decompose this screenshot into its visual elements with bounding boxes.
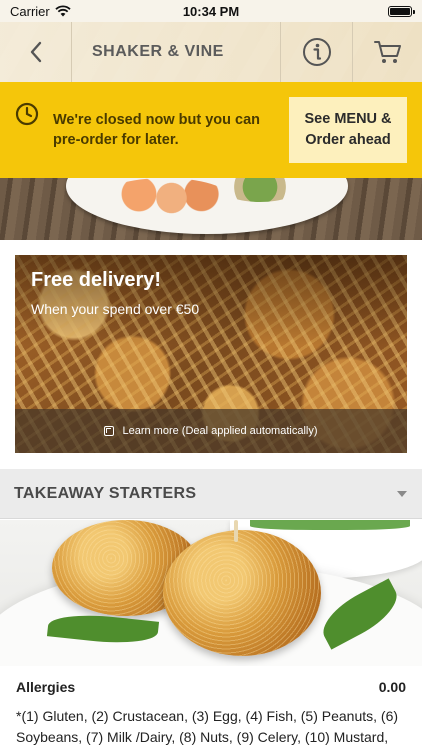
background-greens	[250, 520, 410, 530]
section-title: TAKEAWAY STARTERS	[14, 484, 197, 502]
info-button[interactable]	[280, 22, 352, 82]
promo-subtitle: When your spend over €50	[31, 301, 200, 317]
section-header-takeaway-starters[interactable]: TAKEAWAY STARTERS	[0, 469, 422, 519]
info-icon	[302, 38, 331, 66]
croquette-right	[163, 530, 321, 656]
cart-icon	[373, 41, 401, 63]
restaurant-title: SHAKER & VINE	[92, 43, 224, 60]
menu-item-image[interactable]	[0, 520, 422, 666]
see-menu-order-ahead-button[interactable]: See MENU & Order ahead	[289, 97, 407, 163]
menu-item[interactable]: Allergies 0.00 *(1) Gluten, (2) Crustace…	[0, 666, 422, 750]
menu-item-header: Allergies 0.00	[16, 679, 406, 695]
status-bar: Carrier 10:34 PM	[0, 0, 422, 22]
back-button[interactable]	[0, 22, 72, 82]
top-nav-bar: SHAKER & VINE	[0, 22, 422, 82]
free-delivery-promo[interactable]: Free delivery! When your spend over €50 …	[15, 255, 407, 453]
closed-banner: We're closed now but you can pre-order f…	[0, 82, 422, 178]
cart-button[interactable]	[352, 22, 422, 82]
expand-icon	[104, 426, 115, 436]
clock-icon	[15, 102, 39, 126]
carrier-label: Carrier	[10, 3, 50, 19]
promo-title: Free delivery!	[31, 269, 162, 291]
chevron-down-icon	[397, 490, 407, 497]
wifi-icon	[55, 5, 71, 17]
status-left: Carrier	[10, 4, 71, 19]
battery-icon	[388, 5, 415, 17]
menu-item-price: 0.00	[378, 679, 406, 695]
menu-item-name: Allergies	[16, 679, 76, 695]
closed-message: We're closed now but you can pre-order f…	[53, 112, 261, 148]
menu-item-description: *(1) Gluten, (2) Crustacean, (3) Egg, (4…	[16, 708, 399, 745]
hero-image	[0, 178, 422, 240]
promo-learn-more[interactable]: Learn more (Deal applied automatically)	[15, 409, 407, 453]
promo-footer-label: Learn more (Deal applied automatically)	[122, 425, 318, 437]
back-arrow-icon	[30, 41, 41, 63]
toothpick	[234, 520, 238, 542]
hero-shrimp	[100, 178, 230, 218]
